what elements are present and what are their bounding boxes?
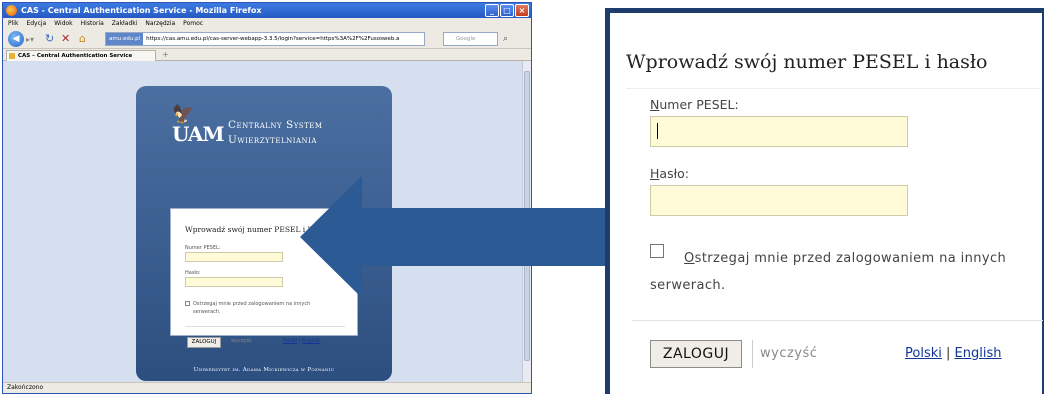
clear-link[interactable]: wyczyść [760, 346, 817, 361]
lang-polski-link[interactable]: Polski [905, 346, 942, 361]
search-magnifier-icon[interactable]: ⌕ [503, 32, 508, 46]
new-tab-button[interactable]: + [162, 50, 169, 60]
pesel-input-mini[interactable] [185, 252, 283, 262]
pesel-input[interactable] [650, 116, 908, 147]
pesel-label-mini: Numer PESEL: [185, 245, 221, 251]
site-identity-badge[interactable]: amu.edu.pl [106, 33, 144, 45]
university-footer: Uniwersytet im. Adama Mickiewicza w Pozn… [193, 367, 335, 373]
warn-text-mini: Ostrzegaj mnie przed zalogowaniem na inn… [193, 301, 311, 315]
button-separator [752, 340, 753, 368]
pesel-label: Numer PESEL: [650, 97, 739, 112]
title-bar: CAS - Central Authentication Service - M… [3, 3, 531, 18]
password-label-text: asło: [659, 166, 689, 181]
menu-history[interactable]: Historia [81, 18, 104, 29]
menu-bookmarks[interactable]: Zakładki [112, 18, 138, 29]
warn-checkbox-mini[interactable] [185, 301, 190, 306]
url-text: https://cas.amu.edu.pl/cas-server-webapp… [146, 36, 400, 42]
menu-tools[interactable]: Narzędzia [145, 18, 175, 29]
pesel-label-text: umer PESEL: [659, 97, 739, 112]
status-bar: Zakończono [3, 382, 531, 393]
uam-logo: 🦅 UAM [172, 106, 224, 146]
warn-label-text: strzegaj mnie przed zalogowaniem na inny… [650, 251, 1007, 293]
lang-separator: | [946, 346, 951, 361]
reload-icon[interactable]: ↻ [45, 32, 54, 46]
cas-favicon-icon [9, 53, 15, 59]
window-title: CAS - Central Authentication Service - M… [21, 6, 262, 15]
language-links: Polski | English [905, 346, 1001, 361]
login-button-mini[interactable]: ZALOGUJ [187, 337, 221, 348]
url-bar[interactable]: amu.edu.pl https://cas.amu.edu.pl/cas-ser… [105, 32, 425, 46]
tab-bar: CAS – Central Authentication Service + [3, 49, 531, 61]
lang-english-mini[interactable]: English [302, 338, 320, 344]
heading-divider [626, 88, 1041, 89]
password-label: Hasło: [650, 166, 689, 181]
lang-polski-mini[interactable]: Polski [283, 338, 297, 344]
system-name: Centralny System Uwierzytelniania [228, 118, 323, 148]
tab-title: CAS – Central Authentication Service [18, 53, 133, 59]
tab-cas[interactable]: CAS – Central Authentication Service [6, 50, 156, 61]
maximize-button[interactable]: □ [500, 4, 514, 17]
pointer-arrow-icon [300, 176, 620, 298]
warn-accesskey: O [684, 251, 695, 266]
menu-view[interactable]: Widok [54, 18, 72, 29]
password-input[interactable] [650, 185, 908, 216]
navigation-toolbar: ◀ ▸▾ ↻ ✕ ⌂ amu.edu.pl https://cas.amu.edu… [3, 29, 531, 49]
warn-label: Ostrzegaj mnie przed zalogowaniem na inn… [650, 245, 1020, 299]
firefox-logo-icon [6, 5, 17, 16]
pesel-accesskey: N [650, 97, 660, 112]
close-button[interactable]: × [515, 4, 529, 17]
form-heading: Wprowadź swój numer PESEL i hasło [626, 51, 988, 73]
home-icon[interactable]: ⌂ [79, 32, 86, 46]
menu-bar: Plik Edycja Widok Historia Zakładki Narz… [3, 18, 531, 29]
uam-logo-text: UAM [172, 122, 224, 146]
system-name-line1: Centralny System [228, 119, 323, 131]
lang-english-link[interactable]: English [955, 346, 1002, 361]
search-input[interactable]: Google [443, 32, 498, 46]
form-divider [632, 320, 1043, 321]
menu-help[interactable]: Pomoc [183, 18, 203, 29]
password-input-mini[interactable] [185, 277, 283, 287]
forward-arrow-icon[interactable]: ▸▾ [26, 34, 38, 45]
menu-file[interactable]: Plik [8, 18, 18, 29]
stop-icon[interactable]: ✕ [61, 32, 70, 46]
text-caret [657, 123, 658, 139]
system-name-line2: Uwierzytelniania [228, 134, 317, 146]
minimize-button[interactable]: _ [485, 4, 499, 17]
password-label-mini: Hasło: [185, 270, 201, 276]
zoomed-login-form: Wprowadź swój numer PESEL i hasło Numer … [605, 8, 1044, 394]
login-button[interactable]: ZALOGUJ [650, 340, 742, 368]
status-text: Zakończono [7, 384, 44, 391]
divider [185, 326, 345, 327]
language-links-mini: Polski | English [283, 338, 321, 344]
back-arrow-icon[interactable]: ◀ [8, 31, 24, 47]
clear-link-mini[interactable]: wyczyść [231, 338, 252, 344]
password-accesskey: H [650, 166, 660, 181]
menu-edit[interactable]: Edycja [26, 18, 46, 29]
